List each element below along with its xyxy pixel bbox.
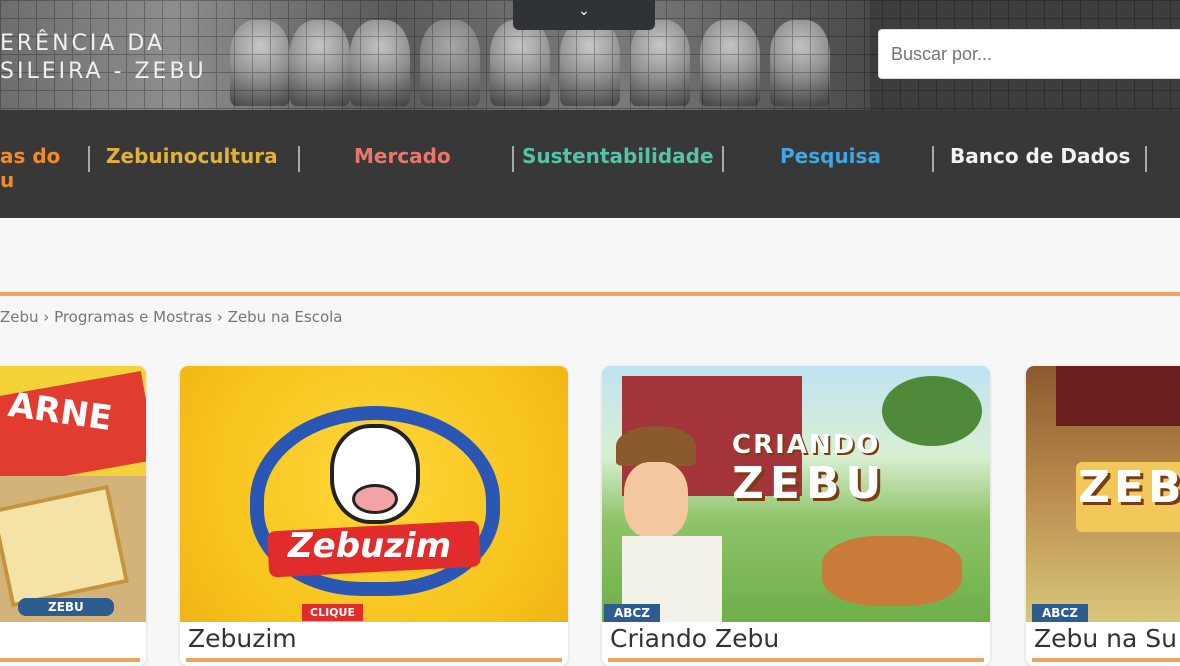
orange-divider xyxy=(0,292,1180,296)
game-card-zebu-na-suinocultura[interactable]: ZEB ABCZ Zebu na Su xyxy=(1026,366,1180,666)
chevron-down-icon: ⌄ xyxy=(578,3,590,19)
nav-separator xyxy=(722,146,724,172)
nav-separator xyxy=(298,146,300,172)
cow-nose xyxy=(352,484,398,514)
card-image: ZEB ABCZ xyxy=(1026,366,1180,622)
card-underline xyxy=(1032,658,1180,662)
nav-item-pesquisa[interactable]: Pesquisa xyxy=(780,144,881,168)
card-badge: CLIQUE xyxy=(302,604,363,621)
card-art-text-2: ZEBU xyxy=(732,458,888,509)
game-card-criando-zebu[interactable]: CRIANDO ZEBU ABCZ Criando Zebu xyxy=(602,366,990,666)
card-image: ARNE ZEBU xyxy=(0,366,146,622)
card-underline xyxy=(608,658,984,662)
nav-separator xyxy=(512,146,514,172)
nav-item-partial[interactable]: as do u xyxy=(0,144,60,192)
card-badge: ZEBU xyxy=(18,598,114,616)
breadcrumb-text[interactable]: Zebu › Programas e Mostras › Zebu na Esc… xyxy=(0,308,343,326)
tree-shape xyxy=(882,376,982,446)
nav-item-label: u xyxy=(0,168,15,192)
card-underline xyxy=(0,658,140,662)
card-title: Zebu na Su xyxy=(1034,624,1177,653)
nav-separator xyxy=(932,146,934,172)
brand-line-1: ERÊNCIA DA xyxy=(0,31,166,56)
card-image: CRIANDO ZEBU ABCZ xyxy=(602,366,990,622)
nav-item-sustentabilidade[interactable]: Sustentabilidade xyxy=(522,144,714,168)
roof-shape xyxy=(1056,366,1180,426)
card-title: Criando Zebu xyxy=(610,624,780,653)
brand-line-2: SILEIRA - ZEBU xyxy=(0,59,207,84)
cowboy-face xyxy=(624,462,688,538)
search-input[interactable] xyxy=(878,29,1180,79)
nav-item-mercado[interactable]: Mercado xyxy=(354,144,451,168)
card-badge: ABCZ xyxy=(604,604,660,622)
game-card[interactable]: ARNE ZEBU xyxy=(0,366,146,666)
site-brand[interactable]: ERÊNCIA DA SILEIRA - ZEBU xyxy=(0,30,207,86)
nav-item-label: as do xyxy=(0,144,61,168)
content-area xyxy=(0,218,1180,663)
cow-shape xyxy=(822,536,962,606)
nav-item-zebuinocultura[interactable]: Zebuinocultura xyxy=(106,144,278,168)
card-title: Zebuzim xyxy=(188,624,297,653)
card-art-text-1: CRIANDO xyxy=(732,430,881,460)
card-art-text: ZEB xyxy=(1078,462,1180,513)
card-art-text: Zebuzim xyxy=(288,526,452,566)
card-underline xyxy=(186,658,562,662)
header-toggle-button[interactable]: ⌄ xyxy=(513,0,655,30)
card-badge: ABCZ xyxy=(1032,604,1088,622)
nav-separator xyxy=(88,146,90,172)
game-card-zebuzim[interactable]: Zebuzim CLIQUE Zebuzim xyxy=(180,366,568,666)
main-nav: as do u Zebuinocultura Mercado Sustentab… xyxy=(0,110,1180,218)
site-header: ERÊNCIA DA SILEIRA - ZEBU ⌄ xyxy=(0,0,1180,110)
hat-shape xyxy=(616,426,696,466)
nav-item-banco-de-dados[interactable]: Banco de Dados xyxy=(950,144,1130,168)
breadcrumb: Zebu › Programas e Mostras › Zebu na Esc… xyxy=(0,308,343,326)
card-image: Zebuzim CLIQUE xyxy=(180,366,568,622)
nav-separator xyxy=(1145,146,1147,172)
